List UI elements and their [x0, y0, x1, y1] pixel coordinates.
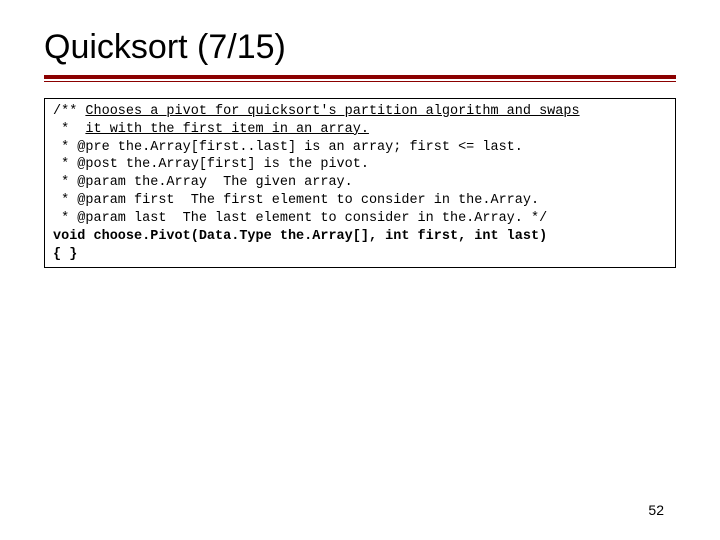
slide-title: Quicksort (7/15) — [44, 28, 676, 73]
code-box: /** Chooses a pivot for quicksort's part… — [44, 98, 676, 268]
slide: Quicksort (7/15) /** Chooses a pivot for… — [0, 0, 720, 540]
code-line-6: * @param first The first element to cons… — [53, 193, 539, 208]
code-line-3: * @pre the.Array[first..last] is an arra… — [53, 140, 523, 155]
code-line-9: { } — [53, 247, 77, 262]
code-line-2b: it with the first item in an array. — [85, 122, 369, 137]
code-line-7: * @param last The last element to consid… — [53, 211, 547, 226]
code-line-5: * @param the.Array The given array. — [53, 175, 353, 190]
title-rule-thin — [44, 81, 676, 82]
code-line-4: * @post the.Array[first] is the pivot. — [53, 157, 369, 172]
title-rule-thick — [44, 75, 676, 79]
code-line-2a: * — [53, 122, 85, 137]
page-number: 52 — [648, 502, 664, 518]
code-line-1b: Chooses a pivot for quicksort's partitio… — [85, 104, 579, 119]
code-line-1a: /** — [53, 104, 85, 119]
code-line-8: void choose.Pivot(Data.Type the.Array[],… — [53, 229, 547, 244]
